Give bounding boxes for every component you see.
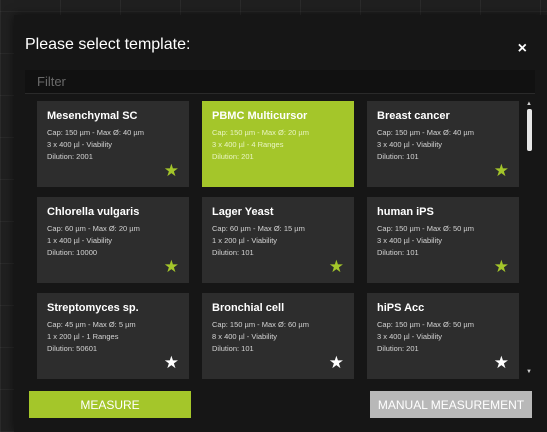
star-icon[interactable]: ★	[329, 162, 344, 179]
template-volume: 1 x 400 µl - Viability	[47, 236, 113, 245]
chevron-up-icon[interactable]: ▲	[526, 101, 532, 107]
template-volume: 3 x 400 µl - 4 Ranges	[212, 140, 284, 149]
template-name: PBMC Multicursor	[212, 110, 308, 122]
star-icon[interactable]: ★	[329, 354, 344, 371]
template-name: Chlorella vulgaris	[47, 206, 140, 218]
template-card[interactable]: Breast cancer Cap: 150 µm - Max Ø: 40 µm…	[367, 101, 519, 187]
template-volume: 3 x 400 µl - Viability	[377, 140, 443, 149]
star-icon[interactable]: ★	[164, 354, 179, 371]
star-icon[interactable]: ★	[494, 258, 509, 275]
dialog-title: Please select template:	[25, 36, 191, 53]
star-icon[interactable]: ★	[164, 162, 179, 179]
template-volume: 8 x 400 µl - Viability	[212, 332, 278, 341]
template-capillary: Cap: 150 µm - Max Ø: 40 µm	[377, 128, 475, 137]
template-card-selected[interactable]: PBMC Multicursor Cap: 150 µm - Max Ø: 20…	[202, 101, 354, 187]
template-capillary: Cap: 150 µm - Max Ø: 60 µm	[212, 320, 310, 329]
template-dilution: Dilution: 101	[377, 248, 419, 257]
template-dilution: Dilution: 10000	[47, 248, 98, 257]
template-name: human iPS	[377, 206, 434, 218]
scroll-thumb[interactable]	[527, 109, 532, 151]
template-name: hiPS Acc	[377, 302, 425, 314]
template-dilution: Dilution: 101	[212, 248, 254, 257]
template-dilution: Dilution: 2001	[47, 152, 93, 161]
template-name: Streptomyces sp.	[47, 302, 139, 314]
star-icon[interactable]: ★	[164, 258, 179, 275]
template-name: Lager Yeast	[212, 206, 274, 218]
template-dilution: Dilution: 50601	[47, 344, 98, 353]
template-scrollbar[interactable]: ▲ ▼	[526, 101, 533, 376]
filter-input[interactable]	[25, 70, 535, 94]
template-volume: 1 x 200 µl - 1 Ranges	[47, 332, 119, 341]
template-dilution: Dilution: 201	[212, 152, 254, 161]
template-card[interactable]: Mesenchymal SC Cap: 150 µm - Max Ø: 40 µ…	[37, 101, 189, 187]
template-capillary: Cap: 150 µm - Max Ø: 20 µm	[212, 128, 310, 137]
template-capillary: Cap: 60 µm - Max Ø: 20 µm	[47, 224, 140, 233]
template-volume: 3 x 400 µl - Viability	[377, 332, 443, 341]
star-icon[interactable]: ★	[494, 162, 509, 179]
template-dilution: Dilution: 101	[212, 344, 254, 353]
template-card[interactable]: Streptomyces sp. Cap: 45 µm - Max Ø: 5 µ…	[37, 293, 189, 379]
template-capillary: Cap: 60 µm - Max Ø: 15 µm	[212, 224, 305, 233]
template-name: Breast cancer	[377, 110, 450, 122]
template-capillary: Cap: 150 µm - Max Ø: 40 µm	[47, 128, 145, 137]
template-capillary: Cap: 45 µm - Max Ø: 5 µm	[47, 320, 136, 329]
template-dilution: Dilution: 201	[377, 344, 419, 353]
template-volume: 1 x 200 µl - Viability	[212, 236, 278, 245]
template-capillary: Cap: 150 µm - Max Ø: 50 µm	[377, 224, 475, 233]
template-name: Mesenchymal SC	[47, 110, 138, 122]
template-card[interactable]: Chlorella vulgaris Cap: 60 µm - Max Ø: 2…	[37, 197, 189, 283]
star-icon[interactable]: ★	[329, 258, 344, 275]
template-dilution: Dilution: 101	[377, 152, 419, 161]
chevron-down-icon[interactable]: ▼	[526, 369, 532, 375]
template-card[interactable]: Bronchial cell Cap: 150 µm - Max Ø: 60 µ…	[202, 293, 354, 379]
manual-measurement-button[interactable]: MANUAL MEASUREMENT	[370, 391, 532, 418]
template-volume: 3 x 400 µl - Viability	[377, 236, 443, 245]
template-volume: 3 x 400 µl - Viability	[47, 140, 113, 149]
measure-button[interactable]: MEASURE	[29, 391, 191, 418]
template-card[interactable]: human iPS Cap: 150 µm - Max Ø: 50 µm 3 x…	[367, 197, 519, 283]
template-card[interactable]: Lager Yeast Cap: 60 µm - Max Ø: 15 µm 1 …	[202, 197, 354, 283]
close-icon[interactable]: ×	[518, 40, 527, 58]
star-icon[interactable]: ★	[494, 354, 509, 371]
template-card[interactable]: hiPS Acc Cap: 150 µm - Max Ø: 50 µm 3 x …	[367, 293, 519, 379]
template-name: Bronchial cell	[212, 302, 285, 314]
template-capillary: Cap: 150 µm - Max Ø: 50 µm	[377, 320, 475, 329]
